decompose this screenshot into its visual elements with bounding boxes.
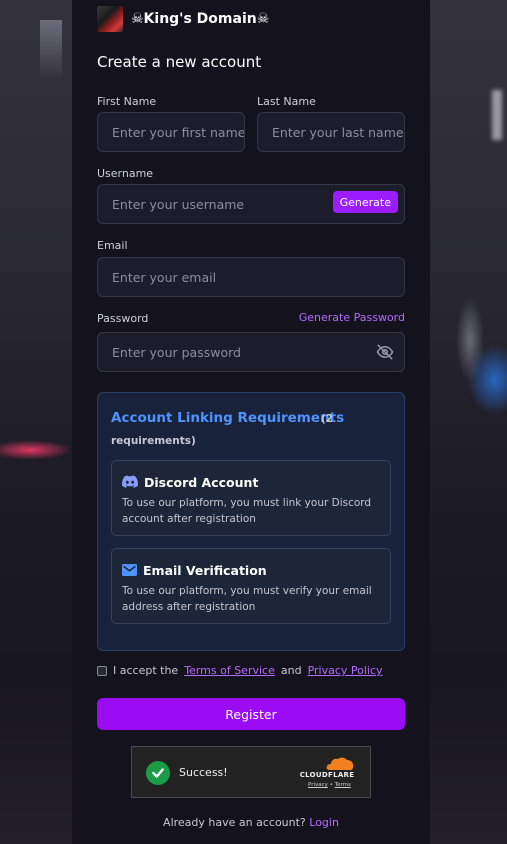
requirements-count-prefix: (2 — [321, 413, 334, 425]
terms-and: and — [280, 664, 302, 677]
account-linking-requirements: Account Linking Requirements (2 requirem… — [97, 392, 405, 651]
terms-row: I accept the Terms of Service and Privac… — [97, 664, 383, 677]
discord-icon — [122, 473, 139, 492]
username-label: Username — [97, 167, 154, 180]
captcha-privacy-link[interactable]: Privacy — [308, 782, 328, 788]
captcha-status: Success! — [179, 766, 228, 779]
background-light-right — [492, 90, 502, 140]
captcha-terms-link[interactable]: Terms — [335, 782, 351, 788]
login-link[interactable]: Login — [309, 816, 339, 829]
login-prompt-text: Already have an account? — [163, 816, 306, 829]
mail-icon — [122, 561, 137, 580]
page-title: Create a new account — [97, 53, 262, 71]
eye-off-icon[interactable] — [376, 343, 394, 361]
captcha-separator: • — [329, 782, 333, 788]
generate-username-button[interactable]: Generate — [332, 191, 398, 213]
email-field[interactable] — [97, 257, 405, 297]
cloudflare-wordmark: CLOUDFLARE — [299, 771, 355, 779]
generate-password-link[interactable]: Generate Password — [299, 311, 405, 324]
last-name-label: Last Name — [257, 95, 316, 108]
password-label: Password — [97, 312, 149, 325]
first-name-label: First Name — [97, 95, 157, 108]
requirement-title: Email Verification — [143, 563, 267, 578]
requirement-description: To use our platform, you must link your … — [122, 497, 372, 525]
brand: ☠King's Domain☠ — [97, 6, 269, 32]
first-name-input[interactable] — [112, 124, 244, 140]
last-name-input[interactable] — [272, 124, 404, 140]
requirements-count-suffix: requirements) — [111, 435, 196, 447]
email-input[interactable] — [112, 269, 404, 285]
cloudflare-captcha: Success! CLOUDFLARE Privacy • Terms — [131, 746, 371, 798]
requirement-title: Discord Account — [144, 475, 259, 490]
email-label: Email — [97, 239, 128, 252]
cloudflare-logo: CLOUDFLARE Privacy • Terms — [296, 757, 358, 791]
requirements-title: Account Linking Requirements — [111, 410, 345, 426]
cloudflare-links: Privacy • Terms — [308, 782, 351, 788]
brand-logo — [97, 6, 123, 32]
terms-of-service-link[interactable]: Terms of Service — [184, 664, 275, 677]
terms-checkbox[interactable] — [97, 665, 107, 676]
brand-title: ☠King's Domain☠ — [131, 11, 270, 27]
requirement-description: To use our platform, you must verify you… — [122, 585, 372, 613]
privacy-policy-link[interactable]: Privacy Policy — [308, 664, 383, 677]
username-field[interactable]: Generate — [97, 184, 405, 224]
requirement-card-discord: Discord Account To use our platform, you… — [111, 460, 391, 536]
password-input[interactable] — [112, 344, 404, 360]
requirement-card-email: Email Verification To use our platform, … — [111, 548, 391, 624]
register-button[interactable]: Register — [97, 698, 405, 730]
terms-prefix: I accept the — [113, 664, 179, 677]
success-check-icon — [146, 761, 170, 785]
password-field[interactable] — [97, 332, 405, 372]
first-name-field[interactable] — [97, 112, 245, 152]
login-prompt: Already have an account? Login — [0, 816, 502, 829]
last-name-field[interactable] — [257, 112, 405, 152]
background-light-left — [40, 20, 62, 80]
cloudflare-cloud-icon — [326, 757, 354, 770]
